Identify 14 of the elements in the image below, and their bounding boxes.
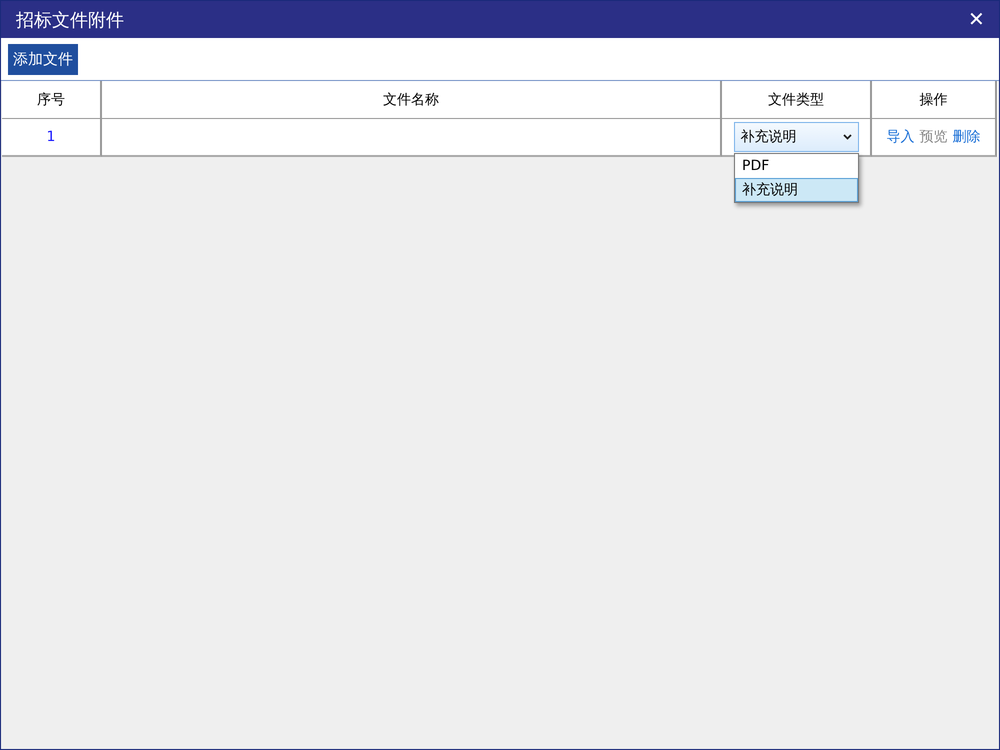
- close-button[interactable]: ✕: [968, 7, 985, 32]
- row-index: 1: [46, 129, 56, 145]
- column-header: 序号: [2, 81, 102, 119]
- dropdown-option[interactable]: 补充说明: [735, 178, 858, 202]
- dropdown-option[interactable]: PDF: [735, 154, 858, 178]
- column-header: 文件类型: [722, 81, 872, 119]
- action-link[interactable]: 删除: [952, 128, 980, 146]
- column-header: 文件名称: [102, 81, 722, 119]
- add-file-button[interactable]: 添加文件: [8, 44, 78, 74]
- action-link[interactable]: 导入: [886, 128, 914, 146]
- column-header: 操作: [872, 81, 997, 119]
- chevron-down-icon: [842, 134, 852, 140]
- file-type-select[interactable]: 补充说明: [734, 122, 858, 152]
- window-title: 招标文件附件: [16, 8, 124, 32]
